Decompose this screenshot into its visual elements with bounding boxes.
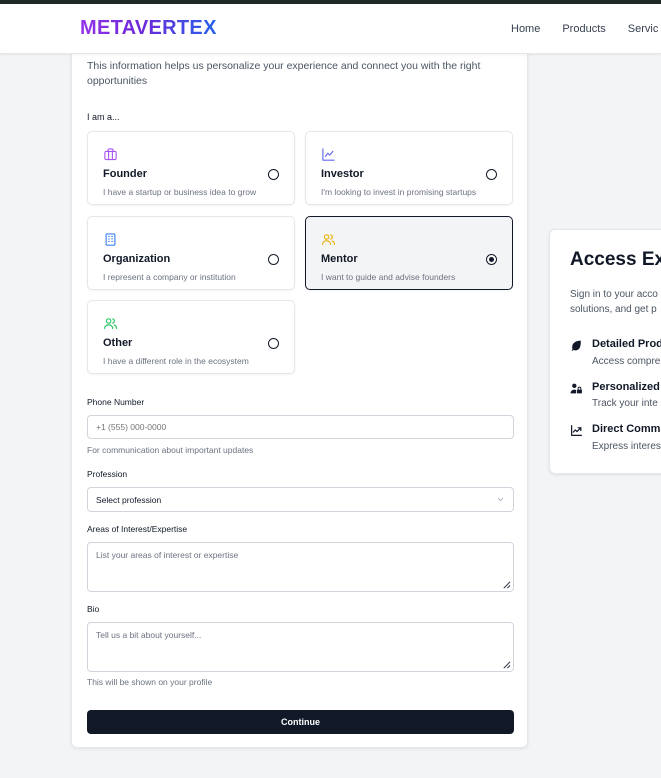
feature-title: Personalized [592, 381, 660, 393]
briefcase-icon [104, 148, 117, 161]
profession-label: Profession [87, 469, 128, 479]
feature-title: Direct Comm [592, 423, 661, 435]
feature-title: Detailed Prod [592, 338, 661, 350]
profession-value: Select profession [96, 495, 162, 505]
form-intro: This information helps us personalize yo… [87, 60, 481, 87]
feature-desc: Track your inte [592, 398, 658, 409]
role-title: Mentor [321, 253, 358, 265]
access-info-card: Access Ex Sign in to your acco solutions… [549, 229, 661, 474]
interests-textarea[interactable]: List your areas of interest or expertise [87, 542, 514, 592]
nav-links: Home Products Servic [511, 23, 661, 35]
side-intro-line: solutions, and get p [570, 304, 657, 315]
role-title: Organization [103, 253, 171, 265]
role-radio[interactable] [486, 169, 497, 180]
navbar: METAVERTEX Home Products Servic [0, 4, 661, 54]
line-chart-icon [322, 148, 335, 161]
role-title: Founder [103, 168, 147, 180]
role-radio[interactable] [268, 169, 279, 180]
role-description: I'm looking to invest in promising start… [321, 187, 477, 197]
bio-label: Bio [87, 604, 100, 614]
role-radio[interactable] [268, 254, 279, 265]
role-card-other[interactable]: Other I have a different role in the eco… [87, 300, 295, 374]
role-radio-selected[interactable] [486, 254, 497, 265]
building-icon [105, 233, 116, 246]
users-icon [104, 318, 117, 330]
users-icon [322, 234, 335, 246]
role-card-founder[interactable]: Founder I have a startup or business ide… [87, 131, 295, 205]
interests-placeholder: List your areas of interest or expertise [96, 550, 239, 560]
role-description: I represent a company or institution [103, 272, 236, 282]
role-title: Investor [321, 168, 364, 180]
leaf-icon [571, 340, 581, 351]
side-title: Access Ex [570, 249, 661, 270]
trending-up-icon [571, 425, 582, 436]
bio-placeholder: Tell us a bit about yourself... [96, 630, 202, 640]
phone-label: Phone Number [87, 397, 145, 407]
bio-hint: This will be shown on your profile [87, 677, 213, 687]
brand-logo[interactable]: METAVERTEX [80, 17, 217, 40]
user-lock-icon [570, 383, 582, 394]
phone-hint: For communication about important update… [87, 445, 254, 455]
role-title: Other [103, 337, 133, 349]
chevron-down-icon [497, 497, 504, 502]
continue-button[interactable]: Continue [87, 710, 514, 734]
role-description: I have a startup or business idea to gro… [103, 187, 257, 197]
profession-select[interactable]: Select profession [87, 487, 514, 512]
resize-handle-icon[interactable] [502, 580, 511, 589]
role-heading: I am a... [87, 112, 120, 122]
bio-textarea[interactable]: Tell us a bit about yourself... [87, 622, 514, 672]
role-description: I have a different role in the ecosystem [103, 356, 249, 366]
phone-input[interactable] [87, 415, 514, 439]
nav-services[interactable]: Servic [628, 23, 659, 35]
nav-products[interactable]: Products [562, 23, 605, 35]
role-card-mentor[interactable]: Mentor I want to guide and advise founde… [305, 216, 513, 290]
resize-handle-icon[interactable] [502, 660, 511, 669]
profile-form-card: This information helps us personalize yo… [71, 20, 528, 748]
side-intro-line: Sign in to your acco [570, 289, 658, 300]
role-radio[interactable] [268, 338, 279, 349]
feature-desc: Access compre [592, 356, 661, 367]
interests-label: Areas of Interest/Expertise [87, 524, 188, 534]
role-card-organization[interactable]: Organization I represent a company or in… [87, 216, 295, 290]
feature-desc: Express interes [592, 441, 661, 452]
role-description: I want to guide and advise founders [321, 272, 456, 282]
nav-home[interactable]: Home [511, 23, 540, 35]
side-intro: Sign in to your acco solutions, and get … [570, 287, 658, 317]
role-card-investor[interactable]: Investor I'm looking to invest in promis… [305, 131, 513, 205]
